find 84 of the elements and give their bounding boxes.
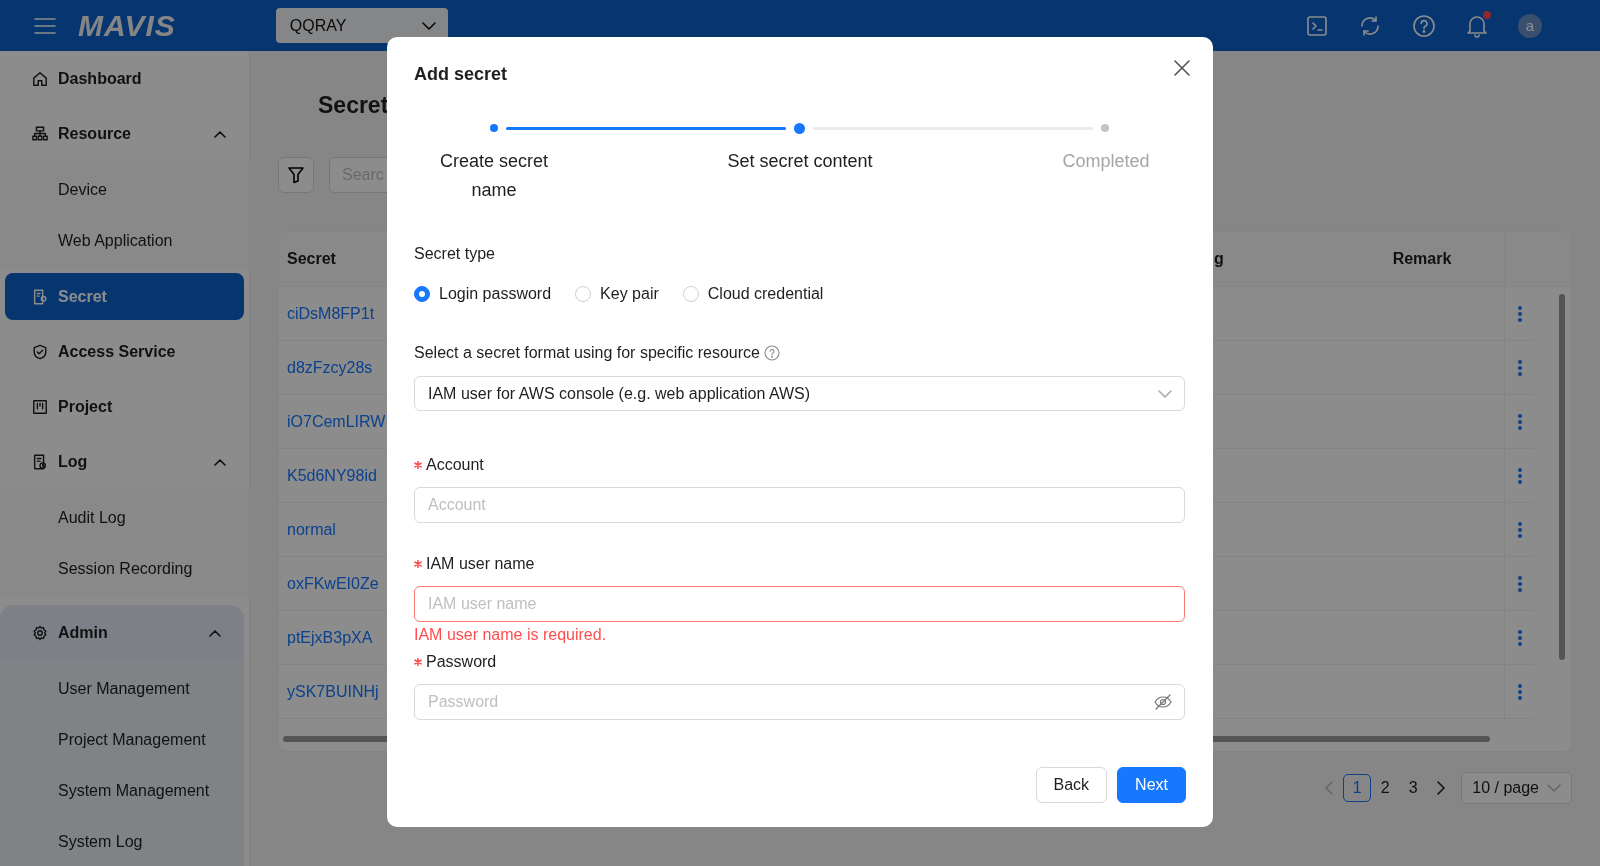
page-number[interactable]: 1: [1343, 774, 1372, 802]
field-label: IAM user name: [426, 554, 535, 574]
sidebar-item[interactable]: Admin: [5, 609, 239, 656]
sidebar-subitem[interactable]: Session Recording: [0, 543, 249, 594]
help-icon[interactable]: [1412, 13, 1436, 38]
page-size-select[interactable]: 10 / page: [1461, 772, 1572, 804]
field-label: Select a secret format using for specific resource: [414, 343, 760, 363]
secret-link[interactable]: iO7CemLIRW: [287, 412, 386, 431]
chevron-right-icon[interactable]: [1437, 781, 1446, 795]
format-select[interactable]: IAM user for AWS console (e.g. web application AWS): [414, 376, 1185, 411]
input-field[interactable]: Account: [414, 487, 1185, 523]
secret-link[interactable]: K5d6NY98id: [287, 466, 377, 485]
more-icon[interactable]: [1518, 467, 1522, 484]
sidebar-item[interactable]: Secret: [5, 273, 244, 320]
filter-button[interactable]: [278, 157, 314, 193]
shield-icon: [32, 342, 48, 361]
filter-icon: [287, 166, 305, 184]
radio-option[interactable]: Login password: [414, 285, 552, 303]
field-label: Account: [426, 455, 484, 475]
page-title: Secret: [318, 91, 389, 120]
more-icon[interactable]: [1518, 413, 1522, 430]
board-icon: [32, 397, 48, 416]
gear-icon: [32, 623, 48, 642]
column-header: g: [1214, 250, 1224, 268]
sidebar-subitem[interactable]: System Log: [0, 816, 244, 866]
app-logo: MAVIS: [78, 8, 176, 43]
vertical-scrollbar[interactable]: [1559, 294, 1565, 660]
secret-link[interactable]: normal: [287, 520, 336, 539]
input-field[interactable]: IAM user name: [414, 586, 1185, 622]
secret-link[interactable]: oxFKwEI0Ze: [287, 574, 379, 593]
menu-icon[interactable]: [34, 16, 56, 35]
step-title: Completed: [1062, 150, 1150, 173]
document-icon: [32, 287, 48, 306]
refresh-icon[interactable]: [1358, 13, 1382, 38]
radio-button[interactable]: [414, 286, 430, 302]
page-number[interactable]: 3: [1399, 774, 1428, 802]
secret-link[interactable]: ciDsM8FP1t: [287, 304, 375, 323]
sidebar-item[interactable]: Dashboard: [5, 55, 244, 102]
help-icon: [763, 345, 780, 361]
column-header: Remark: [1392, 250, 1452, 268]
step-title: Create secret name: [438, 150, 549, 202]
radio-option[interactable]: Cloud credential: [682, 285, 824, 303]
sidebar-item[interactable]: Log: [5, 438, 244, 485]
network-icon: [32, 124, 48, 143]
column-header: Secret: [287, 250, 336, 268]
field-label: Secret type: [414, 244, 495, 264]
chevron-down-icon: [1547, 784, 1561, 792]
eye-slash-icon[interactable]: [1154, 694, 1172, 710]
more-icon[interactable]: [1518, 683, 1522, 700]
chevron-down-icon: [421, 21, 436, 30]
more-icon[interactable]: [1518, 359, 1522, 376]
field-label: Password: [426, 652, 497, 672]
more-icon[interactable]: [1518, 575, 1522, 592]
secret-link[interactable]: ptEjxB3pXA: [287, 628, 373, 647]
more-icon[interactable]: [1518, 629, 1522, 646]
error-message: IAM user name is required.: [414, 625, 607, 645]
secret-link[interactable]: d8zFzcy28s: [287, 358, 373, 377]
page-number[interactable]: 2: [1371, 774, 1400, 802]
notification-bell-icon[interactable]: [1466, 13, 1488, 38]
sidebar-subitem[interactable]: Device: [0, 164, 249, 215]
dialog-title: Add secret: [414, 63, 508, 86]
sidebar-item[interactable]: Access Service: [5, 328, 244, 375]
input-field[interactable]: Password: [414, 684, 1185, 720]
clipboard-icon: [32, 452, 48, 471]
secret-link[interactable]: ySK7BUINHj: [287, 682, 379, 701]
chevron-left-icon[interactable]: [1325, 781, 1334, 795]
close-icon[interactable]: [1174, 60, 1190, 76]
home-icon: [32, 69, 48, 88]
more-icon[interactable]: [1518, 305, 1522, 322]
chevron-down-icon: [1158, 389, 1172, 398]
sidebar-item[interactable]: Resource: [5, 110, 244, 157]
sidebar-subitem[interactable]: Project Management: [0, 714, 244, 765]
sidebar-subitem[interactable]: Audit Log: [0, 492, 249, 543]
terminal-icon[interactable]: [1306, 14, 1328, 37]
sidebar-subitem[interactable]: Web Application: [0, 215, 249, 266]
more-icon[interactable]: [1518, 521, 1522, 538]
step-title: Set secret content: [727, 150, 873, 173]
primary-button[interactable]: Next: [1117, 767, 1186, 803]
sidebar-subitem[interactable]: User Management: [0, 663, 244, 714]
secondary-button[interactable]: Back: [1035, 767, 1108, 803]
radio-option[interactable]: Key pair: [575, 285, 659, 303]
sidebar-item[interactable]: Project: [5, 383, 244, 430]
sidebar-subitem[interactable]: System Management: [0, 765, 244, 816]
project-select[interactable]: QQRAY: [275, 8, 448, 43]
